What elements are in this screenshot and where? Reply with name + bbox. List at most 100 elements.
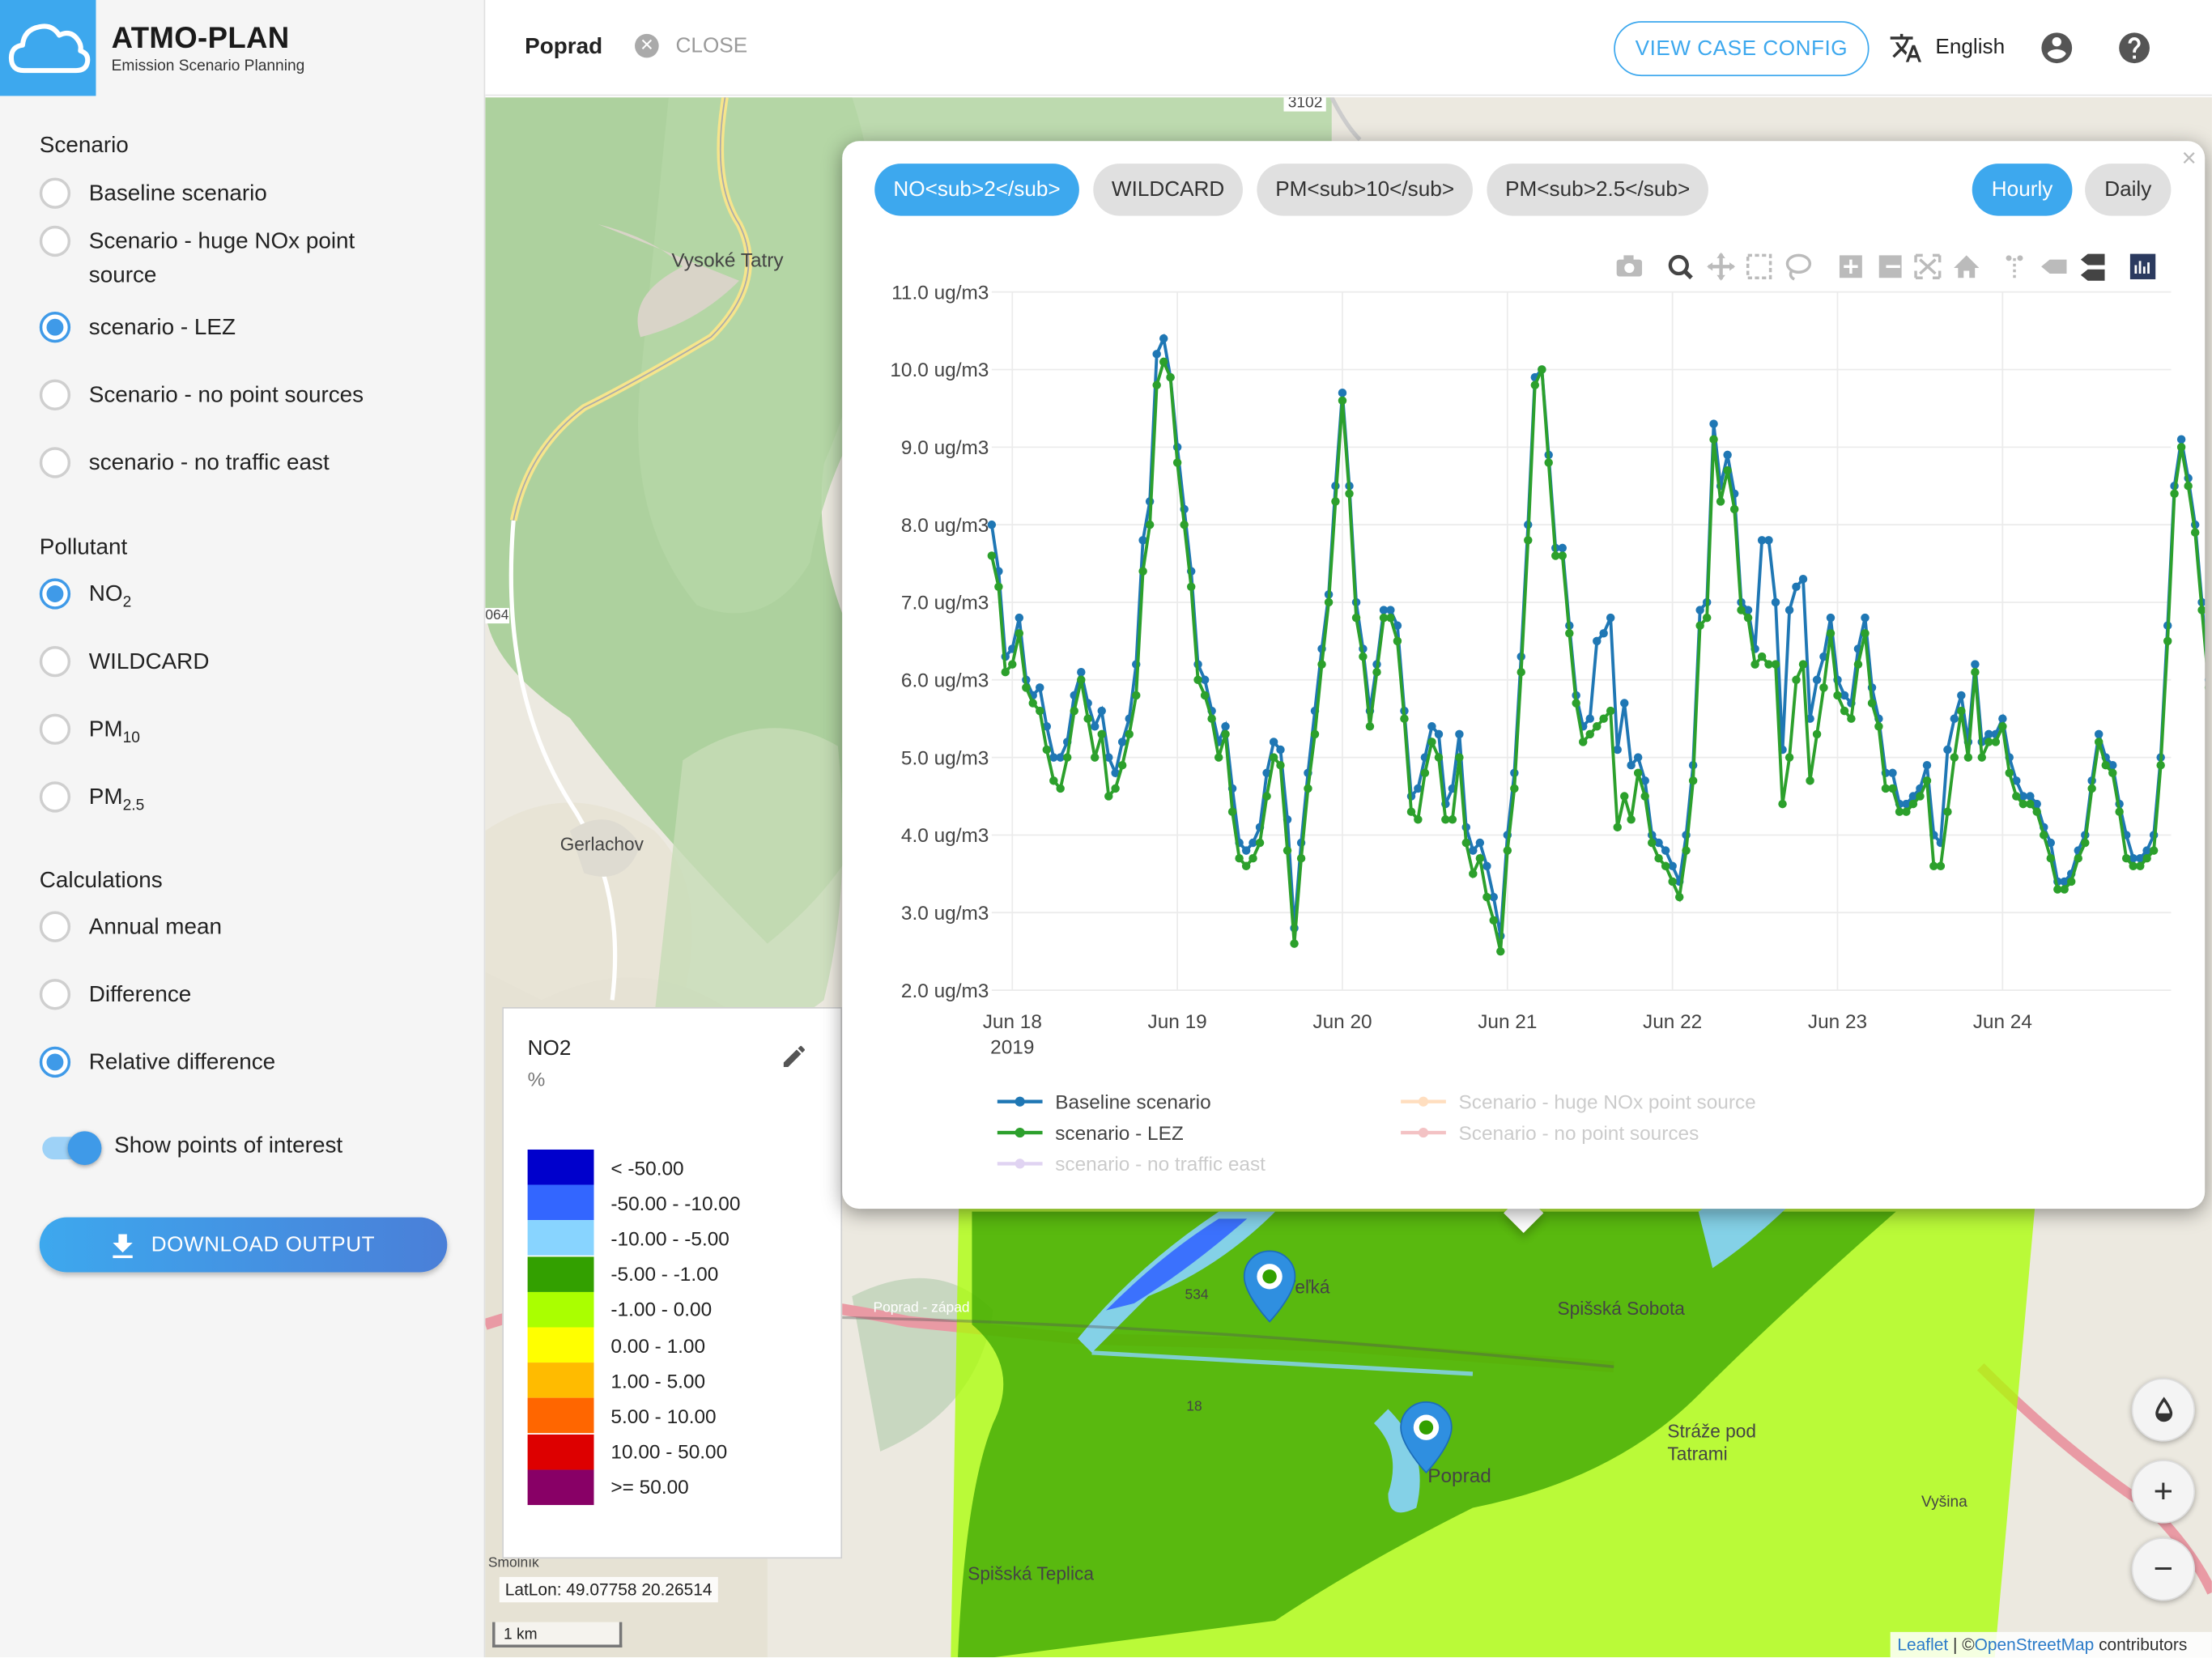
tab-pm10[interactable]: PM<sub>10</sub> (1257, 164, 1473, 216)
radio-button[interactable] (39, 447, 71, 478)
radio-button[interactable] (39, 979, 71, 1010)
data-point (2101, 760, 2110, 770)
data-point (1558, 543, 1567, 553)
language-selector[interactable]: English (1935, 36, 2005, 60)
pollutant-base: NO (88, 582, 123, 607)
toggle-knob (67, 1131, 102, 1166)
pollutant-option[interactable]: NO2 (39, 578, 131, 619)
scenario-option[interactable]: Scenario - huge NOx point source (39, 225, 393, 294)
radio-button[interactable] (39, 781, 71, 813)
data-point (1475, 838, 1485, 848)
pollutant-base: PM (88, 717, 123, 742)
series-baseline-scenario[interactable] (987, 333, 2206, 941)
calculation-option[interactable]: Relative difference (39, 1046, 275, 1081)
calculation-option[interactable]: Difference (39, 979, 192, 1013)
data-point (2115, 807, 2124, 816)
scenario-option[interactable]: scenario - LEZ (39, 312, 236, 346)
radio-button[interactable] (39, 379, 71, 411)
scenario-option[interactable]: Scenario - no point sources (39, 379, 364, 414)
data-point (1132, 691, 1141, 700)
data-point (1977, 753, 1986, 762)
data-point (1359, 652, 1368, 661)
poi-marker-icon[interactable] (1399, 1401, 1453, 1474)
radio-button[interactable] (39, 911, 71, 942)
pollutant-option-label: PM2.5 (89, 781, 144, 823)
opacity-drop-icon[interactable] (2131, 1378, 2196, 1442)
radio-button[interactable] (39, 225, 71, 257)
data-point (1861, 629, 1870, 638)
osm-link[interactable]: OpenStreetMap (1975, 1635, 2095, 1654)
camera-icon[interactable] (1616, 255, 1643, 277)
chart-legend-item[interactable]: Scenario - no point sources (1401, 1123, 1699, 1145)
pollutant-section-title: Pollutant (39, 536, 128, 560)
map-label: Vysoké Tatry (671, 248, 784, 271)
tab-daily[interactable]: Daily (2085, 164, 2172, 216)
close-label: CLOSE (675, 33, 748, 58)
calculation-option[interactable]: Annual mean (39, 911, 222, 946)
timeseries-chart[interactable]: 2.0 ug/m3 3.0 ug/m3 4.0 ug/m3 5.0 ug/m3 6.0 … (842, 275, 2206, 1206)
data-point (1538, 365, 1546, 374)
data-point (1593, 722, 1602, 731)
pollutant-option[interactable]: PM2.5 (39, 781, 144, 823)
tab-no2[interactable]: NO<sub>2</sub> (874, 164, 1079, 216)
radio-button[interactable] (39, 645, 71, 678)
chart-legend-item[interactable]: scenario - LEZ (997, 1123, 1184, 1145)
legend-series-label: Scenario - no point sources (1459, 1123, 1699, 1145)
pollutant-option[interactable]: WILDCARD (39, 645, 210, 680)
view-case-config-button[interactable]: VIEW CASE CONFIG (1614, 21, 1870, 77)
popup-close-button[interactable]: × (2181, 144, 2196, 174)
scenario-option[interactable]: scenario - no traffic east (39, 447, 330, 481)
zoom-in-button[interactable]: + (2131, 1460, 2196, 1524)
tab-wildcard[interactable]: WILDCARD (1093, 164, 1243, 216)
map-label: 064 (485, 607, 509, 624)
data-point (1207, 714, 1216, 723)
radio-button[interactable] (39, 1046, 71, 1078)
zoom-out-button[interactable]: − (2131, 1537, 2196, 1601)
data-point (1627, 815, 1636, 824)
chart-legend-item[interactable]: Baseline scenario (997, 1091, 1211, 1113)
data-point (1578, 738, 1588, 746)
data-point (2005, 768, 2014, 778)
chart-legend-item[interactable]: scenario - no traffic east (997, 1154, 1266, 1175)
chart-legend-item[interactable]: Scenario - huge NOx point source (1401, 1091, 1756, 1113)
tab-pm25[interactable]: PM<sub>2.5</sub> (1487, 164, 1708, 216)
show-poi-toggle[interactable] (40, 1130, 102, 1166)
y-axis-ticks: 2.0 ug/m3 3.0 ug/m3 4.0 ug/m3 5.0 ug/m3 6.0 … (890, 282, 989, 1001)
radio-button[interactable] (39, 578, 71, 610)
data-point (1908, 799, 1918, 809)
data-point (1565, 629, 1574, 638)
download-output-button[interactable]: DOWNLOAD OUTPUT (39, 1217, 448, 1273)
data-point (1922, 760, 1932, 770)
data-point (1496, 946, 1505, 956)
leaflet-link[interactable]: Leaflet (1897, 1635, 1948, 1654)
map-label: Spišská Teplica (968, 1562, 1094, 1584)
x-tick-label: Jun 23 (1808, 1011, 1867, 1033)
help-icon[interactable] (2116, 30, 2152, 66)
data-point (1888, 784, 1897, 793)
data-point (1874, 722, 1883, 731)
tab-hourly[interactable]: Hourly (1972, 164, 2073, 216)
radio-button[interactable] (39, 177, 71, 209)
chart-legend: Baseline scenario Scenario - huge NOx poi… (997, 1091, 1756, 1175)
close-location-button[interactable]: ✕ CLOSE (635, 33, 748, 58)
translate-icon[interactable] (1889, 31, 1923, 65)
data-point (1530, 380, 1540, 389)
data-point (1166, 372, 1175, 382)
account-icon[interactable] (2039, 30, 2075, 66)
location-title: Poprad (525, 35, 603, 60)
radio-button[interactable] (39, 312, 71, 343)
data-point (1145, 520, 1155, 529)
latlon-readout: LatLon: 49.07758 20.26514 (499, 1576, 718, 1603)
pencil-icon[interactable] (780, 1043, 808, 1071)
pollutant-option-label: WILDCARD (89, 646, 210, 680)
data-point (2176, 443, 2186, 452)
legend-marker (1015, 1096, 1025, 1107)
scenario-option[interactable]: Baseline scenario (39, 177, 267, 212)
poi-marker-icon[interactable] (1243, 1250, 1296, 1324)
legend-swatch (527, 1149, 594, 1185)
pollutant-option[interactable]: PM10 (39, 713, 140, 755)
hover-closest-icon[interactable] (2041, 259, 2067, 274)
data-point (1950, 753, 1959, 762)
legend-label: 10.00 - 50.00 (610, 1440, 728, 1463)
radio-button[interactable] (39, 713, 71, 745)
